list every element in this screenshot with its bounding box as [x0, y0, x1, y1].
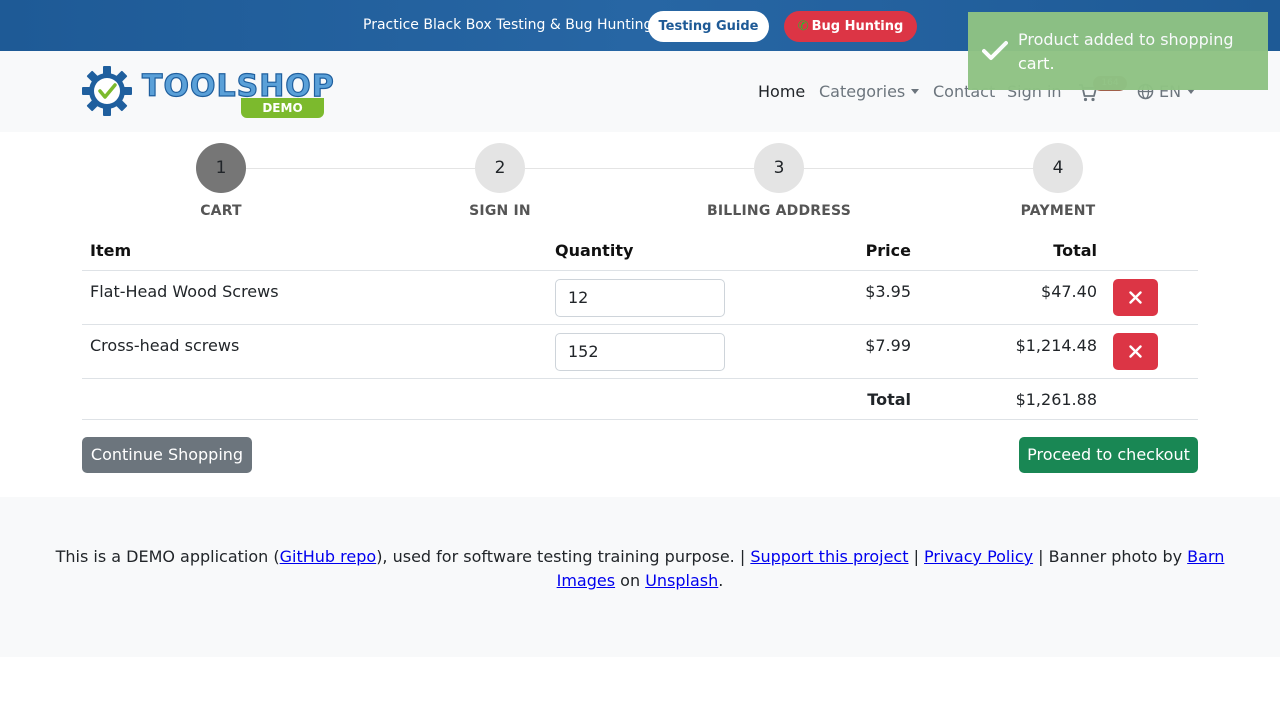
step-label: PAYMENT: [1020, 203, 1096, 219]
step-number: 4: [1033, 143, 1083, 193]
total-label: Total: [867, 390, 911, 409]
step-label: SIGN IN: [469, 203, 531, 219]
item-total: $1,214.48: [1015, 336, 1097, 355]
toolshop-logo[interactable]: TOOLSHOP DEMO: [82, 65, 334, 119]
banner-text: Practice Black Box Testing & Bug Hunting: [363, 17, 653, 33]
quantity-input[interactable]: 12: [555, 279, 725, 317]
nav-home[interactable]: Home: [758, 82, 805, 101]
row-divider: [82, 419, 1198, 420]
item-name: Cross-head screws: [90, 336, 240, 355]
continue-shopping-button[interactable]: Continue Shopping: [82, 437, 252, 473]
bug-hunting-label: Bug Hunting: [811, 19, 904, 34]
column-header-total: Total: [1053, 241, 1097, 260]
row-divider: [82, 378, 1198, 379]
x-icon: [1129, 345, 1142, 358]
step-cart: 1 CART: [121, 143, 321, 219]
footer: This is a DEMO application (GitHub repo)…: [0, 497, 1280, 657]
github-repo-link[interactable]: GitHub repo: [280, 547, 377, 566]
toast-message: Product added to shopping cart.: [1018, 30, 1234, 73]
remove-item-button[interactable]: [1113, 279, 1158, 316]
step-number: 3: [754, 143, 804, 193]
step-sign-in: 2 SIGN IN: [400, 143, 600, 219]
footer-text-part: This is a DEMO application (: [55, 547, 280, 566]
footer-text-part: .: [718, 571, 724, 590]
step-label: CART: [200, 203, 242, 219]
toast-notification[interactable]: Product added to shopping cart.: [968, 12, 1268, 90]
step-number: 2: [475, 143, 525, 193]
x-icon: [1129, 291, 1142, 304]
step-label: BILLING ADDRESS: [707, 203, 851, 219]
nav-categories[interactable]: Categories: [819, 82, 920, 101]
step-payment: 4 PAYMENT: [958, 143, 1158, 219]
column-header-price: Price: [865, 241, 911, 260]
footer-separator: |: [908, 547, 925, 566]
phone-icon: ✆: [797, 19, 809, 34]
column-header-quantity: Quantity: [555, 241, 634, 260]
footer-text-part: ), used for software testing training pu…: [376, 547, 751, 566]
item-total: $47.40: [1041, 282, 1097, 301]
footer-text-part: | Banner photo by: [1033, 547, 1188, 566]
item-price: $3.95: [865, 282, 911, 301]
testing-guide-button[interactable]: Testing Guide: [648, 11, 769, 42]
privacy-policy-link[interactable]: Privacy Policy: [924, 547, 1033, 566]
logo-demo-badge: DEMO: [241, 98, 324, 118]
column-header-item: Item: [90, 241, 132, 260]
unsplash-link[interactable]: Unsplash: [645, 571, 718, 590]
quantity-input[interactable]: 152: [555, 333, 725, 371]
row-divider: [82, 270, 1198, 271]
grand-total: $1,261.88: [1015, 390, 1097, 409]
stepper-line: [221, 168, 1059, 169]
caret-down-icon: [911, 89, 920, 94]
footer-text-part: on: [615, 571, 646, 590]
item-price: $7.99: [865, 336, 911, 355]
bug-hunting-button[interactable]: ✆ Bug Hunting: [784, 11, 917, 42]
row-divider: [82, 324, 1198, 325]
proceed-to-checkout-button[interactable]: Proceed to checkout: [1019, 437, 1198, 473]
checkmark-icon: [982, 41, 1008, 60]
remove-item-button[interactable]: [1113, 333, 1158, 370]
support-project-link[interactable]: Support this project: [750, 547, 908, 566]
nav-categories-label: Categories: [819, 82, 906, 101]
step-number: 1: [196, 143, 246, 193]
item-name: Flat-Head Wood Screws: [90, 282, 279, 301]
step-billing-address: 3 BILLING ADDRESS: [679, 143, 879, 219]
footer-text: This is a DEMO application (GitHub repo)…: [40, 545, 1240, 593]
